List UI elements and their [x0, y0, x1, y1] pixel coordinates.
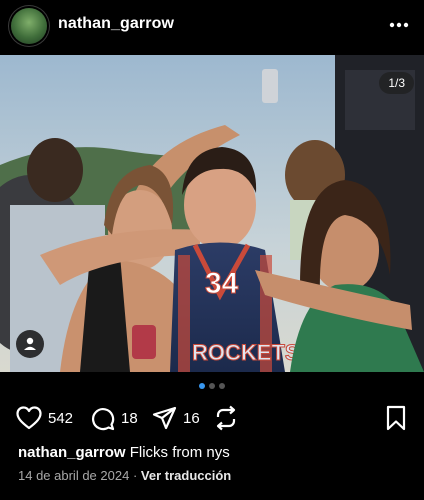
- post-date: 14 de abril de 2024: [18, 468, 130, 483]
- like-button[interactable]: 542: [16, 404, 73, 432]
- avatar[interactable]: [11, 8, 47, 44]
- jersey-text: ROCKETS: [192, 340, 300, 365]
- repost-button[interactable]: [214, 404, 238, 432]
- jersey-number: 34: [205, 267, 239, 300]
- photo-illustration: 34 ROCKETS: [0, 55, 424, 372]
- share-count[interactable]: 16: [183, 410, 200, 427]
- like-count[interactable]: 542: [48, 410, 73, 427]
- carousel-dot-active: [199, 383, 205, 389]
- repost-icon: [216, 405, 236, 431]
- post-header: nathan_garrow: [0, 0, 424, 52]
- comment-icon: [92, 407, 115, 430]
- share-icon: [152, 406, 177, 430]
- post-photo[interactable]: 34 ROCKETS 1/3: [0, 55, 424, 372]
- heart-icon: [16, 406, 42, 430]
- image-counter: 1/3: [379, 72, 414, 94]
- bookmark-icon: [386, 405, 406, 431]
- post-caption: nathan_garrow Flicks from nys: [18, 444, 230, 461]
- more-icon[interactable]: [388, 14, 410, 36]
- meta-separator: ·: [132, 468, 138, 483]
- see-translation-link[interactable]: Ver traducción: [141, 468, 231, 483]
- tag-people-icon: [24, 337, 36, 350]
- carousel-indicator: [0, 383, 424, 389]
- comment-count[interactable]: 18: [121, 410, 138, 427]
- tag-people-button[interactable]: [16, 330, 44, 358]
- bookmark-button[interactable]: [385, 404, 407, 432]
- carousel-dot: [219, 383, 225, 389]
- caption-username[interactable]: nathan_garrow: [18, 444, 126, 461]
- carousel-dot: [209, 383, 215, 389]
- comment-button[interactable]: 18: [90, 404, 138, 432]
- post-username[interactable]: nathan_garrow: [58, 15, 174, 33]
- share-button[interactable]: 16: [152, 404, 200, 432]
- post-meta: 14 de abril de 2024 · Ver traducción: [18, 468, 231, 483]
- caption-text: Flicks from nys: [129, 444, 230, 461]
- action-bar: 542 18 16: [0, 404, 424, 432]
